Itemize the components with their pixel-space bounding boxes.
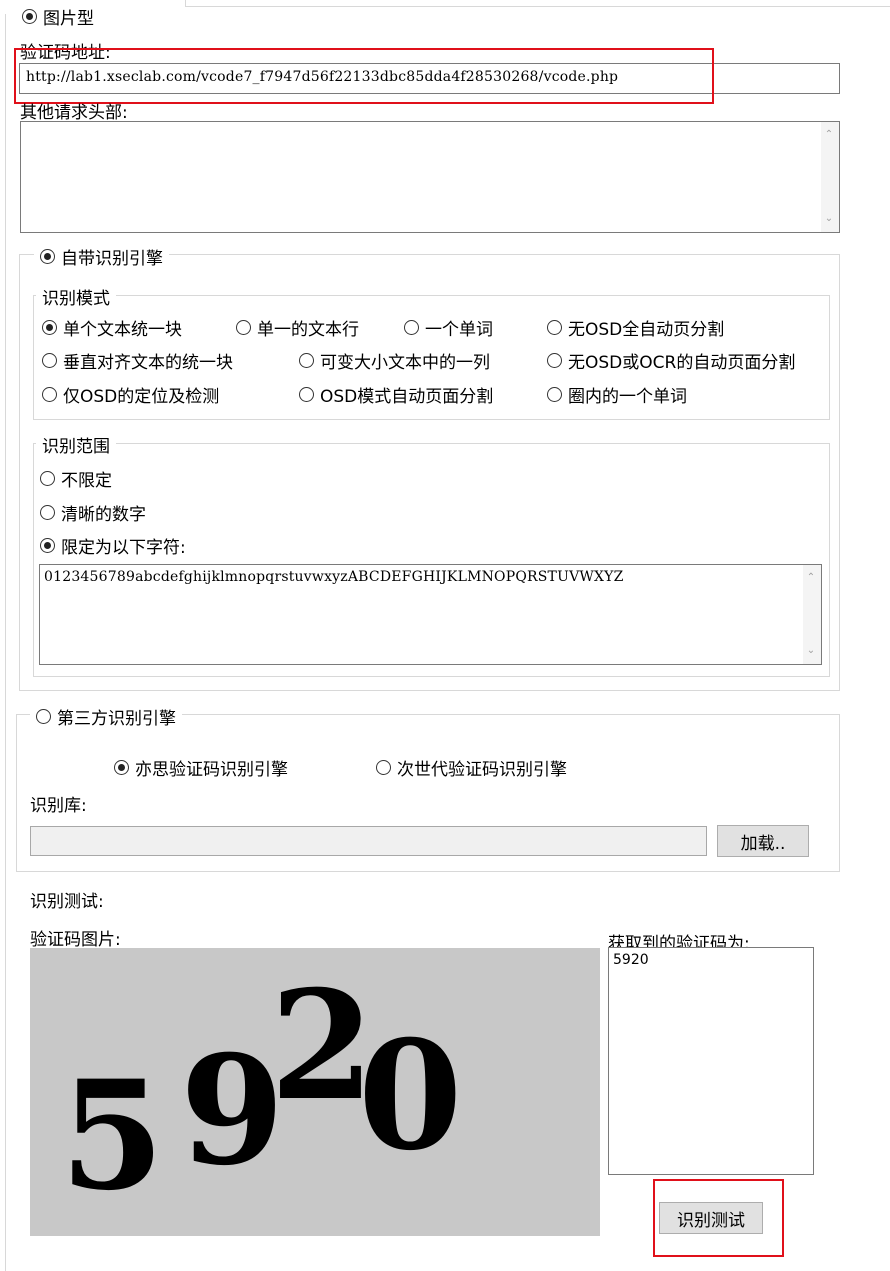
radio-indicator xyxy=(40,249,55,264)
scroll-down-icon[interactable]: ⌄ xyxy=(824,214,834,224)
captcha-graphic: 5 9 2 0 xyxy=(60,958,462,1224)
mode-option-auto-no-osd-ocr[interactable]: 无OSD或OCR的自动页面分割 xyxy=(547,348,795,373)
library-input[interactable] xyxy=(30,826,707,856)
radio-indicator xyxy=(40,538,55,553)
scroll-down-icon[interactable]: ⌄ xyxy=(806,646,816,656)
engine-option-label: 次世代验证码识别引擎 xyxy=(397,760,567,780)
left-border xyxy=(5,14,6,1271)
mode-option-auto-no-osd[interactable]: 无OSD全自动页分割 xyxy=(547,315,724,340)
mode-option-single-word[interactable]: 一个单词 xyxy=(404,315,493,340)
extra-headers-textarea[interactable]: ⌃ ⌄ xyxy=(20,121,840,233)
captcha-image-label: 验证码图片: xyxy=(30,930,121,950)
radio-indicator xyxy=(42,320,57,335)
radio-indicator xyxy=(236,320,251,335)
mode-option-label: 垂直对齐文本的统一块 xyxy=(63,353,233,373)
radio-indicator xyxy=(40,471,55,486)
mode-group-label: 识别模式 xyxy=(36,284,116,309)
radio-indicator xyxy=(36,709,51,724)
radio-indicator xyxy=(376,760,391,775)
top-divider xyxy=(185,0,890,7)
vcode-url-input[interactable]: http://lab1.xseclab.com/vcode7_f7947d56f… xyxy=(19,63,840,94)
radio-indicator xyxy=(114,760,129,775)
range-option-charset[interactable]: 限定为以下字符: xyxy=(40,533,186,558)
mode-option-label: OSD模式自动页面分割 xyxy=(320,387,494,407)
charset-scrollbar[interactable]: ⌃ ⌄ xyxy=(803,565,821,664)
mode-option-label: 单个文本统一块 xyxy=(63,320,182,340)
mode-option-single-block[interactable]: 单个文本统一块 xyxy=(42,315,182,340)
radio-indicator xyxy=(547,387,562,402)
mode-option-label: 仅OSD的定位及检测 xyxy=(63,387,220,407)
charset-textarea[interactable]: 0123456789abcdefghijklmnopqrstuvwxyzABCD… xyxy=(39,564,822,665)
radio-indicator xyxy=(42,387,57,402)
mode-option-label: 圈内的一个单词 xyxy=(568,387,687,407)
radio-indicator xyxy=(547,320,562,335)
recognize-test-button[interactable]: 识别测试 xyxy=(659,1202,763,1234)
range-option-label: 不限定 xyxy=(61,471,112,491)
mode-option-auto-osd[interactable]: OSD模式自动页面分割 xyxy=(299,382,493,407)
range-option-unlimited[interactable]: 不限定 xyxy=(40,466,112,491)
captcha-char-2: 9 xyxy=(180,1023,284,1199)
extra-headers-scrollbar[interactable]: ⌃ ⌄ xyxy=(821,122,839,232)
load-button[interactable]: 加载.. xyxy=(717,825,809,857)
radio-indicator xyxy=(22,9,37,24)
extra-headers-label: 其他请求头部: xyxy=(20,103,128,123)
third-party-engine-label: 第三方识别引擎 xyxy=(57,709,176,729)
radio-indicator xyxy=(547,353,562,368)
mode-option-vertical-block[interactable]: 垂直对齐文本的统一块 xyxy=(42,348,233,373)
vcode-url-label: 验证码地址: xyxy=(20,43,111,63)
builtin-engine-label: 自带识别引擎 xyxy=(61,249,163,269)
scroll-up-icon[interactable]: ⌃ xyxy=(806,573,816,583)
radio-indicator xyxy=(40,505,55,520)
vcode-url-value: http://lab1.xseclab.com/vcode7_f7947d56f… xyxy=(26,69,619,85)
scroll-up-icon[interactable]: ⌃ xyxy=(824,130,834,140)
range-option-digits[interactable]: 清晰的数字 xyxy=(40,500,146,525)
mode-option-circle-word[interactable]: 圈内的一个单词 xyxy=(547,382,687,407)
test-section-label: 识别测试: xyxy=(30,892,104,912)
library-label: 识别库: xyxy=(30,796,87,816)
captcha-char-4: 0 xyxy=(358,1008,462,1184)
range-group-label: 识别范围 xyxy=(36,432,116,457)
range-option-label: 清晰的数字 xyxy=(61,505,146,525)
image-type-label: 图片型 xyxy=(43,9,94,29)
mode-option-single-column[interactable]: 可变大小文本中的一列 xyxy=(299,348,490,373)
mode-option-label: 一个单词 xyxy=(425,320,493,340)
mode-option-label: 无OSD或OCR的自动页面分割 xyxy=(568,353,796,373)
captcha-image: 5 9 2 0 xyxy=(30,948,600,1236)
third-party-engine-radio[interactable]: 第三方识别引擎 xyxy=(30,704,182,729)
engine-option-yisi[interactable]: 亦思验证码识别引擎 xyxy=(114,755,288,780)
radio-indicator xyxy=(404,320,419,335)
mode-option-osd-only[interactable]: 仅OSD的定位及检测 xyxy=(42,382,219,407)
image-type-radio[interactable]: 图片型 xyxy=(22,4,100,29)
radio-indicator xyxy=(42,353,57,368)
result-textarea[interactable]: 5920 xyxy=(608,947,814,1175)
radio-indicator xyxy=(299,353,314,368)
builtin-engine-radio[interactable]: 自带识别引擎 xyxy=(34,244,169,269)
engine-option-label: 亦思验证码识别引擎 xyxy=(135,760,288,780)
radio-indicator xyxy=(299,387,314,402)
mode-option-label: 单一的文本行 xyxy=(257,320,359,340)
mode-option-single-line[interactable]: 单一的文本行 xyxy=(236,315,359,340)
engine-option-next-gen[interactable]: 次世代验证码识别引擎 xyxy=(376,755,567,780)
captcha-char-1: 5 xyxy=(60,1048,164,1224)
range-option-label: 限定为以下字符: xyxy=(61,538,186,558)
mode-option-label: 无OSD全自动页分割 xyxy=(568,320,725,340)
result-value: 5920 xyxy=(613,952,649,968)
mode-option-label: 可变大小文本中的一列 xyxy=(320,353,490,373)
charset-value: 0123456789abcdefghijklmnopqrstuvwxyzABCD… xyxy=(44,569,624,585)
